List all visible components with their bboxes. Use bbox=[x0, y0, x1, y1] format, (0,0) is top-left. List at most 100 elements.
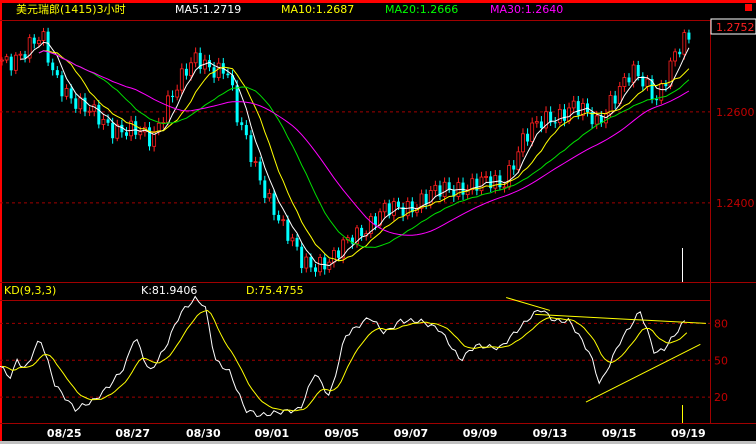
candle-up bbox=[0, 59, 4, 62]
ma10-readout: MA10:1.2687 bbox=[281, 3, 355, 16]
kd-tick-label: 20 bbox=[714, 391, 728, 404]
candle-down bbox=[9, 56, 13, 71]
ma5-line bbox=[20, 41, 690, 267]
candle-down bbox=[613, 95, 617, 104]
candle-up bbox=[391, 201, 396, 216]
candle-up bbox=[267, 193, 272, 199]
candle-down bbox=[309, 257, 313, 268]
ma20-readout: MA20:1.2666 bbox=[385, 3, 459, 16]
candle-up bbox=[64, 88, 69, 97]
candle-down bbox=[235, 85, 239, 123]
date-label: 09/09 bbox=[463, 427, 498, 440]
kd-tick-label: 80 bbox=[714, 317, 728, 330]
candle-down bbox=[526, 133, 530, 142]
candle-down bbox=[249, 135, 253, 163]
candle-down bbox=[687, 32, 691, 40]
date-label: 09/19 bbox=[671, 427, 706, 440]
candle-up bbox=[557, 108, 562, 123]
price-tick-label: 1.2600 bbox=[716, 106, 755, 119]
candle-down bbox=[337, 250, 341, 258]
candle-down bbox=[539, 121, 543, 128]
candle-up bbox=[594, 115, 599, 125]
candle-down bbox=[69, 88, 73, 99]
candle-up bbox=[101, 118, 106, 125]
candle-down bbox=[106, 119, 110, 123]
candle-down bbox=[396, 201, 400, 207]
candle-up bbox=[193, 52, 198, 64]
candle-down bbox=[562, 109, 566, 121]
candle-down bbox=[576, 101, 580, 116]
candle-down bbox=[424, 193, 428, 205]
candle-down bbox=[360, 227, 364, 236]
candle-down bbox=[74, 98, 78, 109]
ma20-line bbox=[38, 50, 690, 248]
candle-up bbox=[571, 100, 576, 109]
candle-down bbox=[512, 165, 516, 170]
candle-up bbox=[4, 56, 9, 61]
date-label: 09/15 bbox=[602, 427, 637, 440]
candle-down bbox=[60, 75, 64, 97]
candle-up bbox=[673, 51, 678, 62]
candle-up bbox=[179, 68, 184, 91]
candle-down bbox=[32, 37, 36, 44]
date-label: 08/30 bbox=[186, 427, 221, 440]
candle-up bbox=[175, 89, 180, 98]
date-label: 09/13 bbox=[533, 427, 568, 440]
candle-up bbox=[516, 151, 521, 170]
left-border bbox=[0, 0, 2, 444]
candle-down bbox=[244, 125, 248, 136]
window-corner-marker[interactable] bbox=[745, 4, 752, 11]
candle-up bbox=[304, 256, 309, 269]
date-label: 09/05 bbox=[324, 427, 359, 440]
candle-up bbox=[507, 165, 512, 188]
candle-down bbox=[134, 121, 138, 135]
candle-up bbox=[36, 40, 41, 45]
candle-up bbox=[115, 124, 120, 139]
price-tick-label: 1.2400 bbox=[716, 197, 755, 210]
candle-down bbox=[627, 77, 631, 83]
candle-up bbox=[622, 77, 627, 87]
candle-up bbox=[253, 161, 258, 163]
candle-down bbox=[678, 51, 682, 55]
candle-down bbox=[295, 237, 299, 247]
date-label: 09/01 bbox=[254, 427, 289, 440]
candle-down bbox=[314, 267, 318, 272]
candle-down bbox=[148, 127, 152, 147]
candle-down bbox=[323, 257, 327, 270]
candle-down bbox=[263, 180, 267, 198]
candle-up bbox=[631, 64, 636, 83]
candle-down bbox=[549, 111, 553, 123]
ma5-readout: MA5:1.2719 bbox=[175, 3, 242, 16]
candle-up bbox=[18, 53, 23, 56]
forex-chart[interactable]: 1.2600 1.2400 80 50 20 08/25 08/27 08/30 09/01… bbox=[0, 0, 756, 444]
d-readout: D:75.4755 bbox=[246, 284, 304, 297]
candle-down bbox=[272, 193, 276, 215]
candle-up bbox=[189, 62, 193, 77]
chart-title: 美元瑞郎(1415)3小时 bbox=[16, 3, 126, 16]
candle-down bbox=[97, 104, 101, 125]
candle-up bbox=[382, 202, 387, 213]
candle-down bbox=[226, 73, 230, 76]
kd-tick-label: 50 bbox=[714, 354, 728, 367]
candle-up bbox=[521, 133, 525, 153]
candle-down bbox=[184, 68, 188, 76]
candle-down bbox=[373, 216, 377, 226]
k-readout: K:81.9406 bbox=[141, 284, 198, 297]
candle-up bbox=[479, 176, 484, 192]
kd-title: KD(9,3,3) bbox=[4, 284, 57, 297]
candle-up bbox=[332, 250, 336, 263]
candle-down bbox=[461, 182, 465, 195]
candle-up bbox=[281, 219, 286, 222]
candle-down bbox=[46, 31, 50, 63]
candle-down bbox=[55, 70, 59, 76]
kd-trendline bbox=[506, 297, 551, 311]
candle-up bbox=[216, 62, 221, 79]
candle-down bbox=[171, 95, 175, 98]
candle-down bbox=[553, 122, 557, 124]
candle-down bbox=[286, 219, 290, 241]
candle-up bbox=[645, 78, 650, 87]
candle-up bbox=[442, 181, 447, 197]
candle-down bbox=[51, 62, 55, 71]
kd-trendline bbox=[585, 343, 701, 403]
date-label: 08/25 bbox=[47, 427, 82, 440]
